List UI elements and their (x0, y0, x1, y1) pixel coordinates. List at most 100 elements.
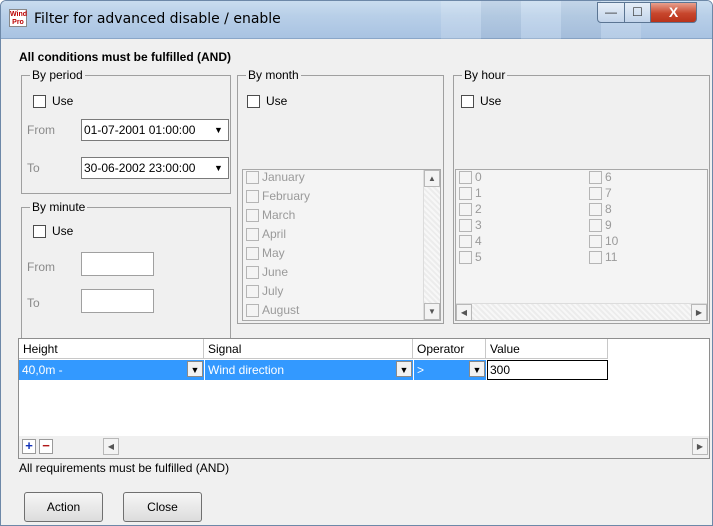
filter-grid[interactable]: Height Signal Operator Value 40,0m - ▼ W… (18, 338, 710, 459)
month-item-checkbox[interactable] (246, 303, 259, 317)
column-header-value[interactable]: Value (486, 339, 608, 359)
month-item[interactable]: June (246, 265, 288, 279)
close-button[interactable]: Close (123, 492, 202, 522)
operator-cell-value: > (417, 363, 425, 377)
operator-cell[interactable]: > ▼ (414, 360, 486, 380)
hour-item[interactable]: 11 (589, 250, 617, 264)
and-conditions-header: All conditions must be fulfilled (AND) (19, 50, 231, 64)
hour-item[interactable]: 7 (589, 186, 612, 200)
title-bar[interactable]: Wind Pro Filter for advanced disable / e… (1, 1, 712, 39)
maximize-button[interactable]: ☐ (624, 2, 651, 23)
minute-use-label: Use (52, 224, 74, 238)
signal-cell[interactable]: Wind direction ▼ (205, 360, 413, 380)
hour-item-checkbox[interactable] (459, 234, 472, 248)
minute-use-checkbox[interactable] (33, 224, 46, 238)
month-item[interactable]: May (246, 246, 285, 260)
scroll-down-icon[interactable]: ▼ (424, 303, 440, 320)
column-header-signal[interactable]: Signal (204, 339, 413, 359)
hour-item-checkbox[interactable] (589, 234, 602, 248)
month-item-label: January (262, 170, 305, 184)
period-use-row[interactable]: Use (33, 94, 73, 108)
month-item[interactable]: January (246, 170, 305, 184)
chevron-down-icon[interactable]: ▼ (396, 361, 412, 377)
hour-item[interactable]: 10 (589, 234, 618, 248)
month-item-checkbox[interactable] (246, 170, 259, 184)
chevron-down-icon[interactable]: ▼ (469, 361, 485, 377)
hour-item-checkbox[interactable] (589, 170, 602, 184)
hour-item-label: 4 (475, 234, 482, 248)
hour-item[interactable]: 6 (589, 170, 612, 184)
scroll-right-icon[interactable]: ▶ (692, 438, 708, 455)
hour-item[interactable]: 3 (459, 218, 482, 232)
chevron-down-icon[interactable]: ▼ (210, 159, 227, 177)
remove-row-button[interactable]: − (39, 439, 53, 454)
hour-list[interactable]: 0 1 2 3 4 5 6 7 8 9 10 11 ◀ ▶ (455, 169, 708, 321)
window-title: Filter for advanced disable / enable (34, 11, 281, 27)
month-item[interactable]: March (246, 208, 295, 222)
month-item-checkbox[interactable] (246, 227, 259, 241)
hour-item-checkbox[interactable] (589, 250, 602, 264)
month-item[interactable]: February (246, 189, 310, 203)
month-item-checkbox[interactable] (246, 284, 259, 298)
hour-use-row[interactable]: Use (461, 94, 501, 108)
minimize-button[interactable]: — (597, 2, 625, 23)
hour-item[interactable]: 8 (589, 202, 612, 216)
hour-item-label: 10 (605, 234, 619, 248)
close-window-button[interactable]: X (650, 2, 697, 23)
month-use-row[interactable]: Use (247, 94, 287, 108)
column-header-height[interactable]: Height (19, 339, 204, 359)
hour-item-checkbox[interactable] (589, 186, 602, 200)
period-from-value: 01-07-2001 01:00:00 (84, 123, 196, 137)
hour-item[interactable]: 9 (589, 218, 612, 232)
scroll-left-icon[interactable]: ◀ (456, 304, 472, 320)
month-item-label: April (262, 227, 287, 241)
month-item[interactable]: July (246, 284, 283, 298)
hour-item-checkbox[interactable] (459, 186, 472, 200)
hour-item[interactable]: 0 (459, 170, 482, 184)
hour-item-checkbox[interactable] (589, 218, 602, 232)
hour-item[interactable]: 1 (459, 186, 482, 200)
month-item-checkbox[interactable] (246, 246, 259, 260)
hour-list-scrollbar[interactable]: ◀ ▶ (456, 303, 707, 320)
column-header-operator[interactable]: Operator (413, 339, 486, 359)
month-item[interactable]: August (246, 303, 299, 317)
minute-use-row[interactable]: Use (33, 224, 73, 238)
scroll-left-icon[interactable]: ◀ (103, 438, 119, 455)
month-list[interactable]: January February March April May June July Augu… (242, 169, 441, 321)
hour-item-checkbox[interactable] (459, 218, 472, 232)
chevron-down-icon[interactable]: ▼ (187, 361, 203, 377)
add-row-button[interactable]: + (22, 439, 36, 454)
value-cell[interactable]: 300 (487, 360, 608, 380)
hour-item-label: 6 (605, 170, 612, 184)
by-minute-group: By minute Use From To (21, 200, 231, 359)
hour-item-label: 8 (605, 202, 612, 216)
period-from-combo[interactable]: 01-07-2001 01:00:00 ▼ (81, 119, 229, 141)
month-item-checkbox[interactable] (246, 265, 259, 279)
chevron-down-icon[interactable]: ▼ (210, 121, 227, 139)
month-item-checkbox[interactable] (246, 208, 259, 222)
hour-item-checkbox[interactable] (459, 202, 472, 216)
month-item[interactable]: April (246, 227, 286, 241)
period-to-label: To (27, 161, 40, 175)
month-list-scrollbar[interactable]: ▲ ▼ (423, 170, 440, 320)
hour-item-checkbox[interactable] (459, 250, 472, 264)
minute-from-field[interactable] (81, 252, 154, 276)
period-to-combo[interactable]: 30-06-2002 23:00:00 ▼ (81, 157, 229, 179)
height-cell[interactable]: 40,0m - ▼ (19, 360, 204, 380)
month-item-checkbox[interactable] (246, 189, 259, 203)
height-cell-value: 40,0m - (22, 363, 63, 377)
hour-use-checkbox[interactable] (461, 94, 474, 108)
hour-item-checkbox[interactable] (589, 202, 602, 216)
by-period-label: By period (30, 68, 85, 82)
action-button[interactable]: Action (24, 492, 103, 522)
hour-item-checkbox[interactable] (459, 170, 472, 184)
scroll-right-icon[interactable]: ▶ (691, 304, 707, 320)
month-use-checkbox[interactable] (247, 94, 260, 108)
hour-item[interactable]: 4 (459, 234, 482, 248)
by-period-group: By period Use From 01-07-2001 01:00:00 ▼… (21, 68, 231, 194)
hour-item[interactable]: 5 (459, 250, 482, 264)
hour-item[interactable]: 2 (459, 202, 482, 216)
period-use-checkbox[interactable] (33, 94, 46, 108)
scroll-up-icon[interactable]: ▲ (424, 170, 440, 187)
minute-to-field[interactable] (81, 289, 154, 313)
